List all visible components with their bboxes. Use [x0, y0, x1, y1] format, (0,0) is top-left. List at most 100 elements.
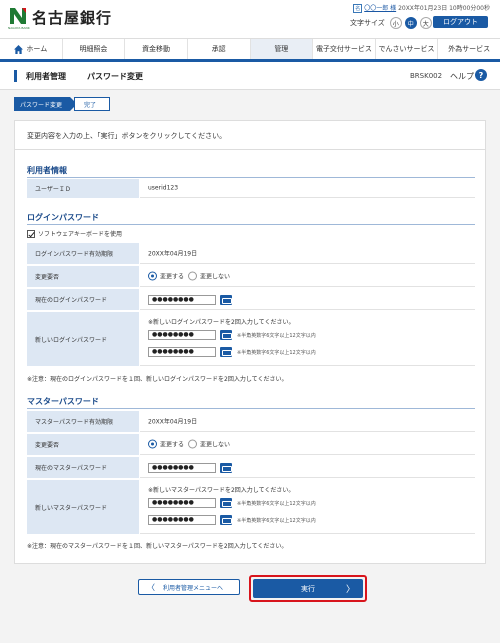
login-expiry-label: ログインパスワード有効期限 — [27, 243, 139, 264]
login-new-password-confirm-input[interactable]: ●●●●●●●● — [148, 347, 216, 357]
execute-button[interactable]: 実行 〉 — [253, 579, 363, 598]
radio-unselected-icon[interactable] — [188, 271, 197, 281]
master-change-yes-label: 変更する — [160, 441, 185, 449]
login-change-row: 変更要否 変更する 変更しない — [27, 266, 475, 288]
user-id-value: userid123 — [148, 184, 179, 192]
user-info-line: 名〇〇一郎 様 20XX年01月23日 10時00分00秒 — [353, 3, 490, 13]
nav-densai[interactable]: でんさいサービス — [376, 39, 439, 59]
font-size-switcher: 文字サイズ 小 中 大 — [350, 16, 432, 30]
software-keyboard-icon[interactable] — [220, 515, 232, 525]
login-new-note: ※新しいログインパスワードを2回入力してください。 — [148, 319, 295, 326]
divider — [15, 149, 485, 150]
home-icon — [14, 44, 24, 54]
software-keyboard-checkbox[interactable]: ソフトウェアキーボードを使用 — [27, 229, 122, 238]
nav-transfer[interactable]: 資金移動 — [125, 39, 188, 59]
nav-management[interactable]: 管理 — [250, 39, 314, 59]
software-keyboard-icon[interactable] — [220, 295, 232, 305]
user-id-row: ユーザーＩＤ userid123 — [27, 179, 475, 199]
radio-selected-icon[interactable] — [148, 271, 157, 281]
user-tag: 名 — [353, 4, 363, 13]
font-size-large-button[interactable]: 大 — [419, 17, 432, 29]
section-underline — [27, 224, 475, 225]
master-new-password-input[interactable]: ●●●●●●●● — [148, 498, 216, 508]
back-to-menu-label: 利用者管理メニューへ — [163, 584, 224, 592]
screen-code: BRSK002 — [410, 72, 443, 80]
bank-logo[interactable]: 名古屋銀行 NAGOYA BANK — [8, 4, 118, 30]
login-current-password-input[interactable]: ●●●●●●●● — [148, 295, 216, 305]
login-new-label: 新しいログインパスワード — [27, 312, 139, 366]
login-current-label: 現在のログインパスワード — [27, 289, 139, 310]
software-keyboard-label: ソフトウェアキーボードを使用 — [38, 231, 123, 238]
login-change-yes-label: 変更する — [160, 273, 185, 281]
login-rule-note: ※半角英数字6文字以上12文字以内 — [237, 333, 316, 339]
header: 名古屋銀行 NAGOYA BANK 名〇〇一郎 様 20XX年01月23日 10… — [0, 0, 500, 38]
master-new-note: ※新しいマスターパスワードを2回入力してください。 — [148, 487, 295, 494]
radio-selected-icon[interactable] — [148, 439, 157, 449]
master-new-label: 新しいマスターパスワード — [27, 480, 139, 534]
login-expiry-value: 20XX年04月19日 — [148, 250, 198, 258]
bank-name-sub: NAGOYA BANK — [8, 26, 30, 30]
login-new-row: 新しいログインパスワード ※新しいログインパスワードを2回入力してください。 ●… — [27, 312, 475, 367]
font-size-label: 文字サイズ — [350, 19, 385, 27]
master-change-row: 変更要否 変更する 変更しない — [27, 434, 475, 456]
last-login: 20XX年01月23日 10時00分00秒 — [398, 5, 490, 12]
master-current-password-input[interactable]: ●●●●●●●● — [148, 463, 216, 473]
login-change-label: 変更要否 — [27, 266, 139, 287]
global-nav: ホーム 明細照会 資金移動 承認 管理 電子交付サービス でんさいサービス 外為… — [0, 38, 500, 62]
nav-approval[interactable]: 承認 — [188, 39, 251, 59]
software-keyboard-icon[interactable] — [220, 330, 232, 340]
software-keyboard-icon[interactable] — [220, 347, 232, 357]
master-change-yes-radio[interactable]: 変更する — [148, 439, 185, 449]
checkbox-checked-icon[interactable] — [27, 229, 35, 238]
font-size-medium-button[interactable]: 中 — [404, 17, 417, 29]
master-new-row: 新しいマスターパスワード ※新しいマスターパスワードを2回入力してください。 ●… — [27, 480, 475, 535]
master-current-label: 現在のマスターパスワード — [27, 457, 139, 478]
nav-e-delivery[interactable]: 電子交付サービス — [313, 39, 376, 59]
title-accent-bar — [14, 70, 17, 82]
section-underline — [27, 177, 475, 178]
login-new-password-input[interactable]: ●●●●●●●● — [148, 330, 216, 340]
master-new-password-confirm-input[interactable]: ●●●●●●●● — [148, 515, 216, 525]
page-category: 利用者管理 — [26, 72, 66, 81]
radio-unselected-icon[interactable] — [188, 439, 197, 449]
step-complete: 完了 — [74, 97, 110, 111]
user-name-link[interactable]: 〇〇一郎 様 — [364, 5, 396, 12]
master-expiry-value: 20XX年04月19日 — [148, 418, 198, 426]
user-info-title: 利用者情報 — [27, 166, 67, 175]
chevron-left-icon: 〈 — [147, 582, 155, 592]
master-footnote: ※注意：現在のマスターパスワードを１回、新しいマスターパスワードを2回入力してく… — [27, 543, 288, 550]
software-keyboard-icon[interactable] — [220, 498, 232, 508]
logout-button[interactable]: ログアウト — [433, 16, 488, 28]
software-keyboard-icon[interactable] — [220, 463, 232, 473]
nav-forex[interactable]: 外為サービス — [438, 39, 500, 59]
instruction-text: 変更内容を入力の上、「実行」ボタンをクリックしてください。 — [27, 132, 227, 140]
master-change-label: 変更要否 — [27, 434, 139, 455]
login-change-yes-radio[interactable]: 変更する — [148, 271, 185, 281]
master-change-no-radio[interactable]: 変更しない — [188, 439, 231, 449]
nav-home-label: ホーム — [26, 45, 48, 53]
section-underline — [27, 408, 475, 409]
login-change-no-label: 変更しない — [200, 273, 231, 281]
help-link[interactable]: ヘルプ — [450, 71, 474, 82]
execute-label: 実行 — [301, 584, 315, 593]
font-size-small-button[interactable]: 小 — [389, 17, 402, 29]
help-icon[interactable]: ? — [475, 69, 487, 81]
login-change-no-radio[interactable]: 変更しない — [188, 271, 231, 281]
back-to-menu-button[interactable]: 〈 利用者管理メニューへ — [138, 579, 240, 595]
user-id-label: ユーザーＩＤ — [27, 179, 139, 198]
master-change-no-label: 変更しない — [200, 441, 231, 449]
master-password-title: マスターパスワード — [27, 397, 99, 406]
login-footnote: ※注意：現在のログインパスワードを１回、新しいログインパスワードを2回入力してく… — [27, 376, 288, 383]
login-expiry-row: ログインパスワード有効期限 20XX年04月19日 — [27, 243, 475, 265]
login-password-title: ログインパスワード — [27, 213, 99, 222]
nav-statement[interactable]: 明細照会 — [63, 39, 126, 59]
master-current-row: 現在のマスターパスワード ●●●●●●●● — [27, 457, 475, 479]
bank-logo-icon — [8, 6, 28, 26]
login-current-row: 現在のログインパスワード ●●●●●●●● — [27, 289, 475, 311]
page-title: パスワード変更 — [87, 72, 143, 81]
login-rule-note: ※半角英数字6文字以上12文字以内 — [237, 350, 316, 356]
nav-home[interactable]: ホーム — [0, 39, 63, 59]
title-bar: 利用者管理 パスワード変更 BRSK002 ヘルプ ? — [0, 62, 500, 90]
main-panel: 変更内容を入力の上、「実行」ボタンをクリックしてください。 利用者情報 ユーザー… — [14, 120, 486, 564]
master-rule-note: ※半角英数字6文字以上12文字以内 — [237, 501, 316, 507]
